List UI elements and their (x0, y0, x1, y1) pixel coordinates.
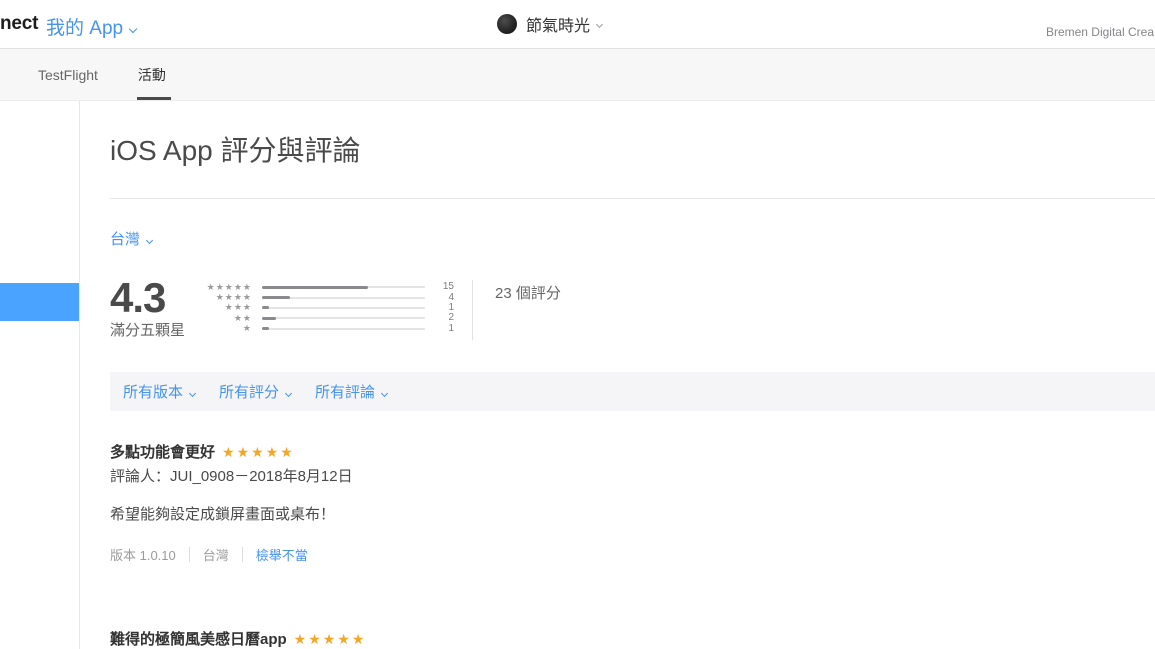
tab-bar: TestFlight 活動 (0, 48, 1155, 101)
histogram-track (262, 286, 425, 288)
review-version: 版本 1.0.10 (110, 545, 176, 564)
app-switcher[interactable]: 節氣時光 (497, 12, 602, 36)
star-icons: ★★★ (206, 303, 252, 312)
filter-label: 所有評論 (315, 384, 375, 401)
review-footer: 版本 1.0.10 台灣 檢舉不當 (110, 545, 1155, 564)
review-title-text: 多點功能會更好 (110, 444, 215, 461)
histogram-row-3-star: ★★★1 (206, 303, 454, 313)
histogram-track (262, 307, 425, 309)
review-region: 台灣 (203, 545, 229, 564)
filter-bar: 所有版本 所有評分 所有評論 (110, 372, 1155, 411)
review-star-rating: ★★★★★ (222, 444, 295, 460)
app-icon (497, 14, 517, 34)
footer-separator (242, 547, 243, 562)
organization-name: Bremen Digital Crea (1046, 25, 1154, 39)
ratings-summary: 4.3 滿分五顆星 ★★★★★15 ★★★★4 ★★★1 ★★2 ★1 23 個… (110, 280, 1155, 340)
total-ratings-label: 23 個評分 (495, 280, 561, 303)
star-icons: ★★★★★ (206, 283, 252, 292)
main-content: iOS App 評分與評論 台灣 4.3 滿分五顆星 ★★★★★15 ★★★★4… (80, 101, 1155, 649)
filter-label: 所有版本 (123, 384, 183, 401)
my-apps-dropdown[interactable]: 我的 App (46, 13, 136, 40)
ratings-histogram: ★★★★★15 ★★★★4 ★★★1 ★★2 ★1 (206, 280, 454, 334)
region-label: 台灣 (110, 231, 140, 248)
star-icons: ★★ (206, 314, 252, 323)
histogram-track (262, 328, 425, 330)
review-item: 多點功能會更好 ★★★★★ 評論人：JUI_0908－2018年8月12日 希望能… (110, 441, 1155, 564)
filter-all-versions[interactable]: 所有版本 (123, 381, 195, 402)
review-title: 難得的極簡風美感日曆app ★★★★★ (110, 628, 1155, 649)
tab-activity[interactable]: 活動 (138, 49, 166, 100)
histogram-row-1-star: ★1 (206, 324, 454, 334)
tab-testflight[interactable]: TestFlight (38, 49, 98, 100)
histogram-fill (262, 317, 276, 320)
chevron-down-icon (189, 389, 196, 396)
my-apps-label: 我的 App (46, 18, 123, 39)
sidebar (0, 101, 80, 649)
histogram-row-4-star: ★★★★4 (206, 292, 454, 302)
histogram-count: 15 (434, 282, 454, 292)
review-title: 多點功能會更好 ★★★★★ (110, 441, 1155, 462)
footer-separator (189, 547, 190, 562)
review-body: 希望能夠設定成鎖屏畫面或桌布！ (110, 503, 1155, 524)
histogram-row-2-star: ★★ 2 (206, 313, 454, 323)
report-concern-link[interactable]: 檢舉不當 (256, 545, 308, 564)
chevron-down-icon (381, 389, 388, 396)
histogram-fill (262, 327, 269, 330)
histogram-count: 2 (434, 313, 454, 323)
brand-logo-cropped: nect (0, 13, 38, 35)
chevron-down-icon (146, 236, 153, 243)
review-star-rating: ★★★★★ (294, 631, 367, 647)
histogram-count: 1 (434, 324, 454, 334)
chevron-down-icon (285, 389, 292, 396)
rating-caption: 滿分五顆星 (110, 319, 206, 340)
chevron-down-icon (596, 20, 603, 27)
score-block: 4.3 滿分五顆星 (110, 280, 206, 340)
summary-divider (472, 280, 473, 340)
review-title-text: 難得的極簡風美感日曆app (110, 631, 287, 648)
review-item: 難得的極簡風美感日曆app★★★★★ 評論人：Elin2014－2018年8月8… (110, 628, 1155, 649)
star-icons: ★★★★ (206, 293, 252, 302)
histogram-track (262, 317, 425, 319)
star-icons: ★ (206, 324, 252, 333)
histogram-fill (262, 286, 368, 289)
histogram-row-5-star: ★★★★★ 15 (206, 282, 454, 292)
chevron-down-icon (129, 25, 137, 33)
app-name: 節氣時光 (526, 12, 590, 36)
filter-all-reviews[interactable]: 所有評論 (315, 381, 387, 402)
review-author-line: 評論人：JUI_0908－2018年8月12日 (110, 465, 1155, 486)
histogram-fill (262, 306, 269, 309)
page-title: iOS App 評分與評論 (110, 129, 1155, 169)
filter-label: 所有評分 (219, 384, 279, 401)
filter-all-ratings[interactable]: 所有評分 (219, 381, 291, 402)
region-dropdown[interactable]: 台灣 (110, 228, 152, 249)
histogram-fill (262, 296, 290, 299)
average-rating: 4.3 (110, 280, 206, 316)
sidebar-selected-item[interactable] (0, 283, 79, 321)
title-divider (110, 198, 1155, 199)
histogram-track (262, 297, 425, 299)
top-header: nect 我的 App 節氣時光 Bremen Digital Crea (0, 0, 1155, 48)
